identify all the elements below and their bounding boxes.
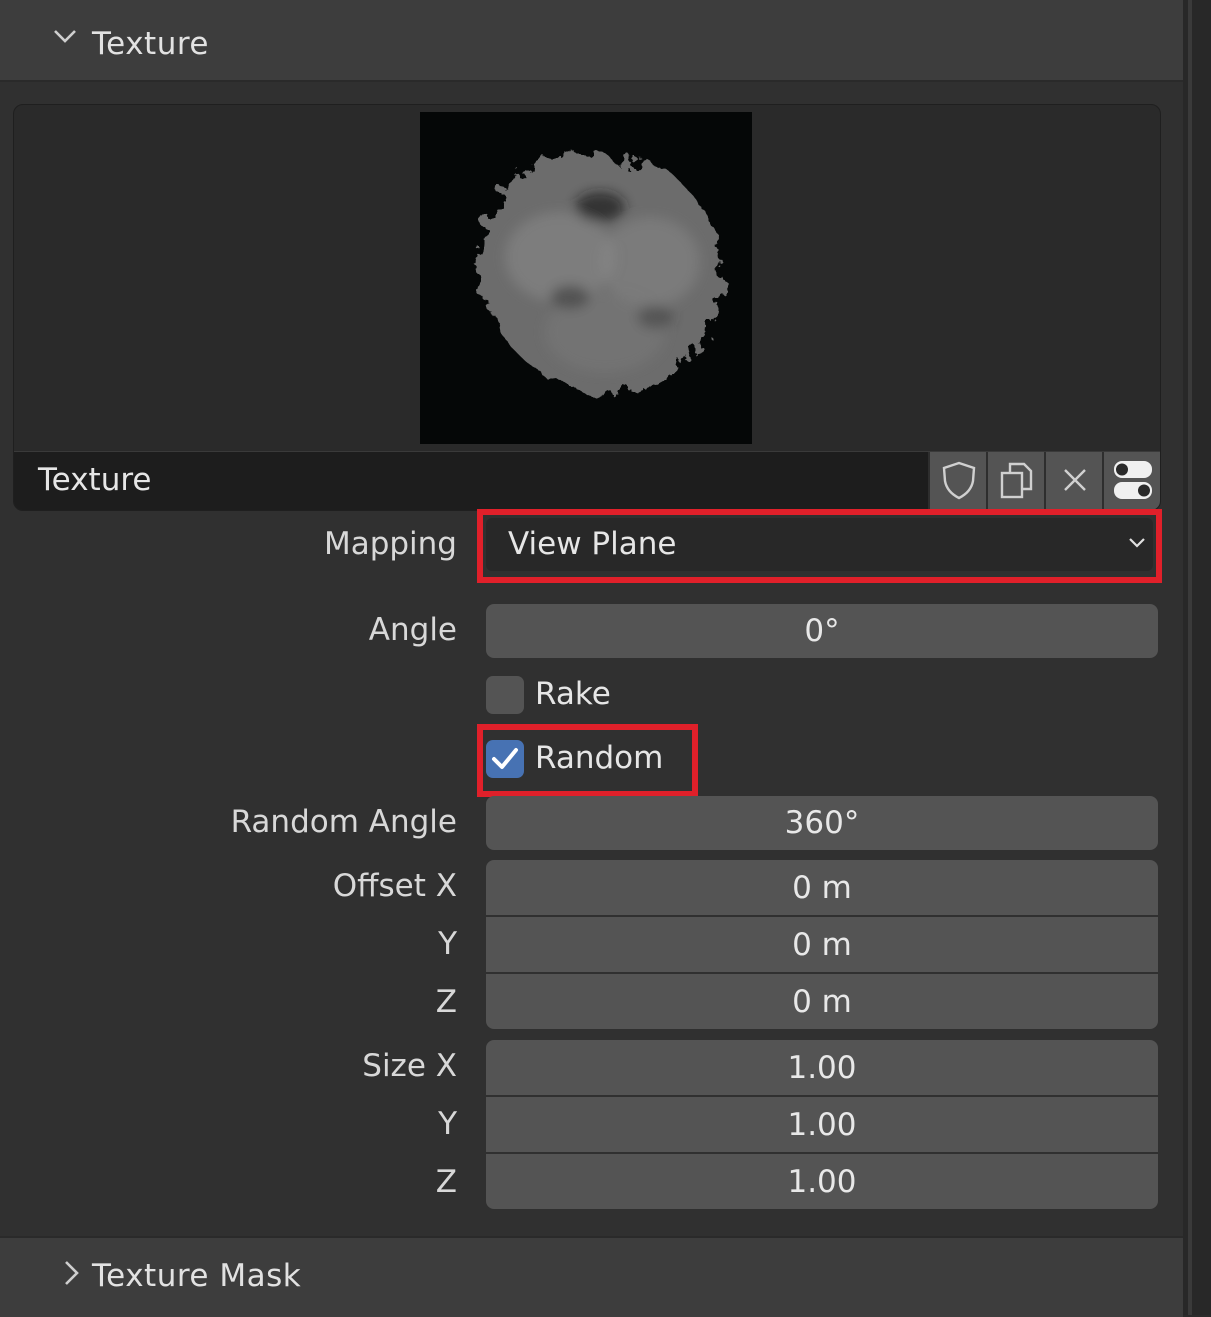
rake-label[interactable]: Rake	[535, 676, 611, 712]
shield-icon	[939, 459, 979, 505]
fake-user-button[interactable]	[928, 452, 987, 510]
angle-field[interactable]: 0°	[486, 604, 1158, 658]
random-highlight	[477, 724, 698, 797]
offset-z-field[interactable]: 0 m	[486, 974, 1158, 1029]
offset-x-field[interactable]: 0 m	[486, 860, 1158, 915]
toggle-icon	[1111, 458, 1155, 506]
mapping-label: Mapping	[323, 526, 457, 562]
close-icon	[1060, 465, 1090, 499]
size-z-label: Z	[435, 1164, 457, 1200]
chevron-down-icon	[50, 22, 80, 60]
size-y-field[interactable]: 1.00	[486, 1097, 1158, 1152]
offset-z-label: Z	[435, 984, 457, 1020]
offset-y-field[interactable]: 0 m	[486, 917, 1158, 972]
duplicate-button[interactable]	[986, 452, 1045, 510]
rake-checkbox[interactable]	[486, 676, 524, 714]
chevron-right-icon	[56, 1258, 86, 1296]
texture-mask-title: Texture Mask	[92, 1258, 302, 1294]
mapping-highlight	[477, 509, 1162, 583]
offset-x-label: Offset X	[332, 868, 457, 904]
texture-preview: Texture	[13, 104, 1161, 511]
browse-button[interactable]	[1102, 452, 1160, 510]
random-angle-label: Random Angle	[230, 804, 457, 840]
random-angle-field[interactable]: 360°	[486, 796, 1158, 850]
size-x-field[interactable]: 1.00	[486, 1040, 1158, 1095]
size-y-label: Y	[438, 1106, 457, 1142]
texture-mask-panel-header[interactable]: Texture Mask	[0, 1236, 1183, 1317]
duplicate-icon	[996, 459, 1038, 505]
texture-panel-header[interactable]: Texture	[0, 0, 1183, 82]
texture-thumbnail	[420, 112, 752, 444]
texture-name-row: Texture	[14, 451, 1160, 510]
unlink-button[interactable]	[1044, 452, 1103, 510]
panel-title: Texture	[92, 26, 209, 62]
size-z-field[interactable]: 1.00	[486, 1154, 1158, 1209]
texture-name-field[interactable]: Texture	[38, 462, 151, 498]
scrollbar[interactable]	[1188, 0, 1192, 1315]
angle-label: Angle	[368, 612, 457, 648]
cloud-texture-image	[477, 151, 721, 396]
size-x-label: Size X	[362, 1048, 457, 1084]
offset-y-label: Y	[438, 926, 457, 962]
